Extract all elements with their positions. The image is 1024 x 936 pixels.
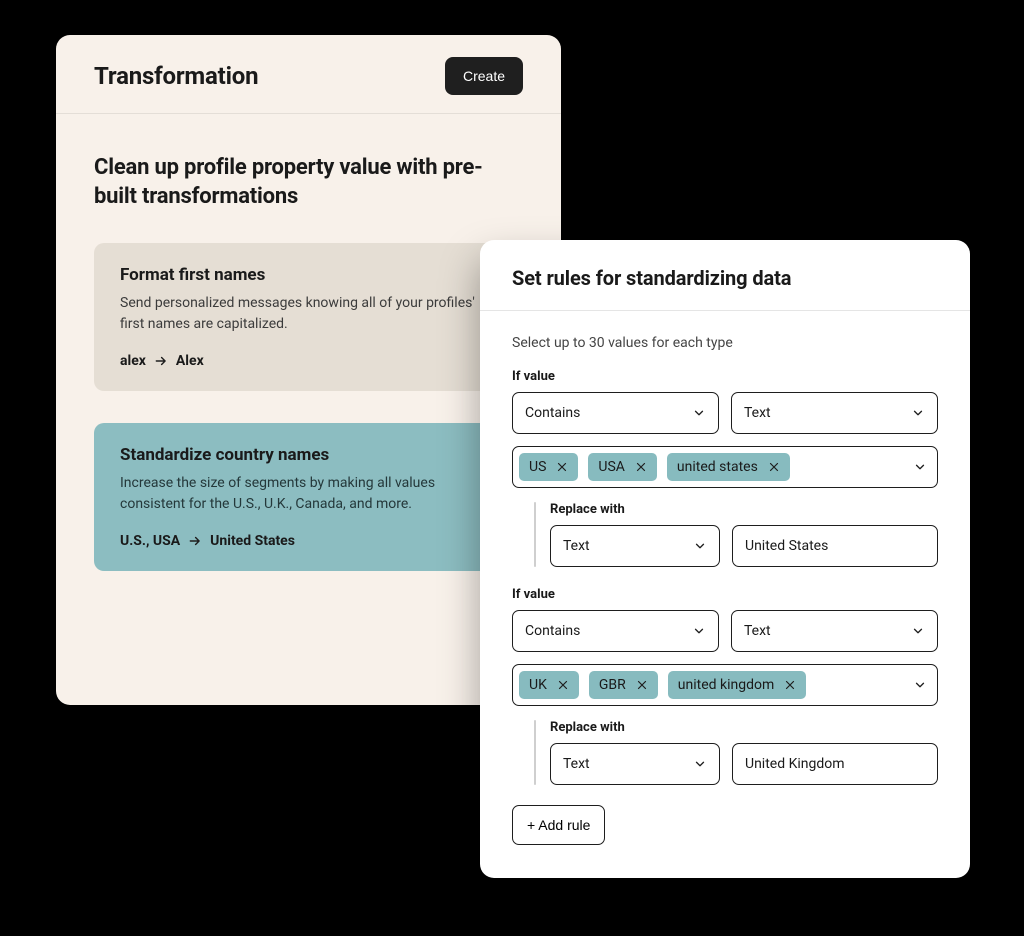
card-description: Send personalized messages knowing all o… xyxy=(120,293,497,335)
tag-label: united states xyxy=(677,459,758,475)
chevron-down-icon xyxy=(911,624,925,638)
remove-tag-icon[interactable] xyxy=(556,461,568,473)
card-title: Standardize country names xyxy=(120,445,497,465)
chevron-down-icon xyxy=(692,406,706,420)
rules-hint: Select up to 30 values for each type xyxy=(512,335,938,351)
rules-body: Select up to 30 values for each type If … xyxy=(480,311,970,869)
value-tag: USA xyxy=(588,453,657,481)
indent-bar xyxy=(534,720,536,785)
transformation-title: Transformation xyxy=(94,62,258,90)
condition-select[interactable]: Contains xyxy=(512,610,719,652)
rule-block: If value Contains Text UK xyxy=(512,587,938,785)
remove-tag-icon[interactable] xyxy=(784,679,796,691)
rules-title: Set rules for standardizing data xyxy=(512,266,938,290)
replace-type-select[interactable]: Text xyxy=(550,743,720,785)
card-format-first-names[interactable]: Format first names Send personalized mes… xyxy=(94,243,523,391)
indent-bar xyxy=(534,502,536,567)
card-title: Format first names xyxy=(120,265,497,285)
select-value: Text xyxy=(744,405,771,421)
select-value: Text xyxy=(563,538,590,554)
rules-panel: Set rules for standardizing data Select … xyxy=(480,240,970,878)
if-value-label: If value xyxy=(512,369,938,384)
chevron-down-icon[interactable] xyxy=(913,678,927,692)
arrow-right-icon xyxy=(186,534,204,548)
replace-value-input[interactable]: United States xyxy=(732,525,938,567)
values-multiselect[interactable]: UK GBR united kingdom xyxy=(512,664,938,706)
tag-label: GBR xyxy=(599,677,626,693)
card-description: Increase the size of segments by making … xyxy=(120,473,497,515)
remove-tag-icon[interactable] xyxy=(557,679,569,691)
card-standardize-country-names[interactable]: Standardize country names Increase the s… xyxy=(94,423,523,571)
transformation-header: Transformation Create xyxy=(56,35,561,114)
create-button[interactable]: Create xyxy=(445,57,523,95)
chevron-down-icon xyxy=(911,406,925,420)
tag-label: united kingdom xyxy=(678,677,774,693)
replace-with-label: Replace with xyxy=(550,502,938,517)
transformation-subtitle: Clean up profile property value with pre… xyxy=(94,154,523,211)
chevron-down-icon[interactable] xyxy=(913,460,927,474)
card-example: alex Alex xyxy=(120,353,497,369)
type-select[interactable]: Text xyxy=(731,392,938,434)
rules-header: Set rules for standardizing data xyxy=(480,240,970,311)
replace-type-select[interactable]: Text xyxy=(550,525,720,567)
replace-value-input[interactable]: United Kingdom xyxy=(732,743,938,785)
value-tag: GBR xyxy=(589,671,658,699)
chevron-down-icon xyxy=(693,757,707,771)
example-from: U.S., USA xyxy=(120,533,180,549)
values-multiselect[interactable]: US USA united states xyxy=(512,446,938,488)
replace-with-label: Replace with xyxy=(550,720,938,735)
example-to: United States xyxy=(210,533,295,549)
select-value: Contains xyxy=(525,405,580,421)
remove-tag-icon[interactable] xyxy=(636,679,648,691)
input-value: United Kingdom xyxy=(745,756,845,772)
card-example: U.S., USA United States xyxy=(120,533,497,549)
add-rule-button[interactable]: + Add rule xyxy=(512,805,605,845)
remove-tag-icon[interactable] xyxy=(768,461,780,473)
example-to: Alex xyxy=(176,353,204,369)
example-from: alex xyxy=(120,353,146,369)
arrow-right-icon xyxy=(152,354,170,368)
condition-select[interactable]: Contains xyxy=(512,392,719,434)
tag-label: UK xyxy=(529,677,547,693)
value-tag: UK xyxy=(519,671,579,699)
select-value: Contains xyxy=(525,623,580,639)
rule-block: If value Contains Text US xyxy=(512,369,938,567)
input-value: United States xyxy=(745,538,828,554)
value-tag: united kingdom xyxy=(668,671,806,699)
value-tag: US xyxy=(519,453,578,481)
remove-tag-icon[interactable] xyxy=(635,461,647,473)
select-value: Text xyxy=(744,623,771,639)
tag-label: USA xyxy=(598,459,625,475)
value-tag: united states xyxy=(667,453,790,481)
chevron-down-icon xyxy=(693,539,707,553)
tag-label: US xyxy=(529,459,546,475)
chevron-down-icon xyxy=(692,624,706,638)
select-value: Text xyxy=(563,756,590,772)
type-select[interactable]: Text xyxy=(731,610,938,652)
if-value-label: If value xyxy=(512,587,938,602)
